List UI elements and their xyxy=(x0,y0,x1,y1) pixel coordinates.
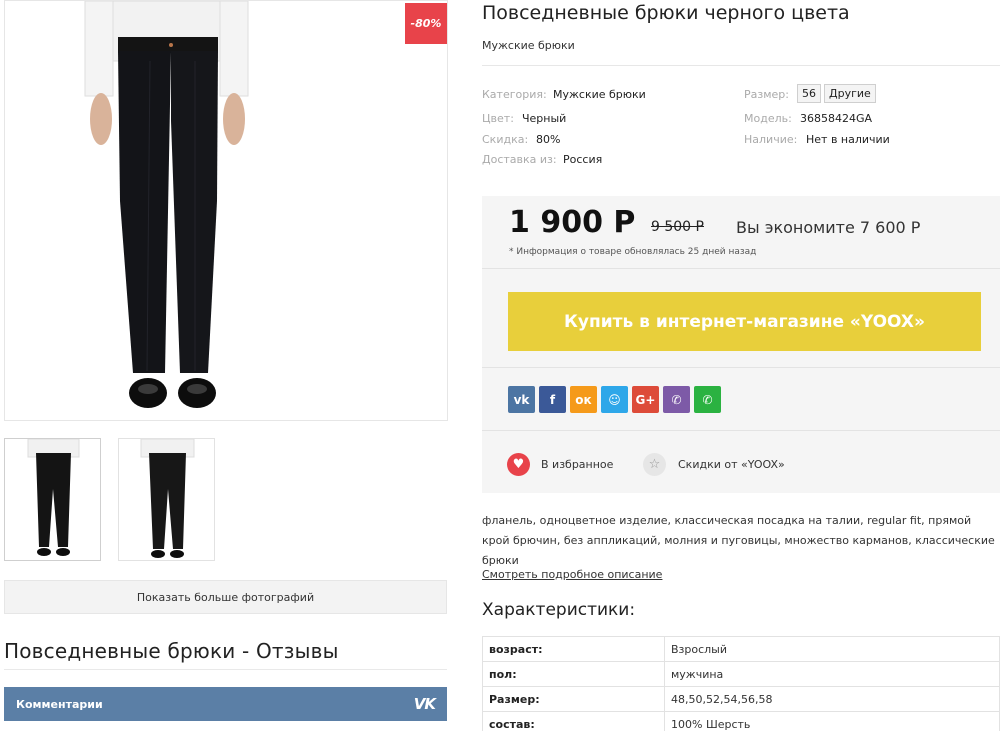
discount-value: 80% xyxy=(536,133,561,146)
table-row: пол: мужчина xyxy=(482,661,1000,687)
color-label: Цвет: xyxy=(482,112,514,125)
availability-value: Нет в наличии xyxy=(806,133,890,146)
header-divider xyxy=(482,65,1000,66)
product-category-link[interactable]: Мужские брюки xyxy=(482,39,575,52)
table-row: возраст: Взрослый xyxy=(482,636,1000,662)
char-value: Взрослый xyxy=(664,636,1000,662)
delivery-label: Доставка из: xyxy=(482,153,557,166)
char-value: 48,50,52,54,56,58 xyxy=(664,686,1000,712)
reviews-heading: Повседневные брюки - Отзывы xyxy=(4,639,339,663)
char-key: состав: xyxy=(482,711,665,731)
discount-label: Скидка: xyxy=(482,133,529,146)
trousers-back-thumb xyxy=(140,439,195,558)
size-label: Размер: xyxy=(744,88,789,101)
share-viber-button[interactable]: ✆ xyxy=(663,386,690,413)
table-row: состав: 100% Шерсть xyxy=(482,711,1000,731)
show-more-photos-button[interactable]: Показать больше фотографий xyxy=(4,580,447,614)
heart-icon[interactable]: ♥ xyxy=(507,453,530,476)
star-icon[interactable]: ☆ xyxy=(643,453,666,476)
favorite-link[interactable]: В избранное xyxy=(541,458,613,471)
char-value: 100% Шерсть xyxy=(664,711,1000,731)
thumbnail-back[interactable] xyxy=(118,438,215,561)
characteristics-heading: Характеристики: xyxy=(482,600,636,620)
model-value: 36858424GA xyxy=(800,112,873,125)
trousers-front-thumb xyxy=(27,439,80,556)
main-product-photo[interactable] xyxy=(4,0,448,421)
share-odnoklassniki-button[interactable]: ок xyxy=(570,386,597,413)
availability-label: Наличие: xyxy=(744,133,798,146)
product-description: фланель, одноцветное изделие, классическ… xyxy=(482,514,995,567)
share-googleplus-button[interactable]: G+ xyxy=(632,386,659,413)
product-title: Повседневные брюки черного цвета xyxy=(482,2,850,24)
char-value: мужчина xyxy=(664,661,1000,687)
char-key: пол: xyxy=(482,661,665,687)
update-note: * Информация о товаре обновлялась 25 дне… xyxy=(509,247,757,257)
discount-badge: -80% xyxy=(405,3,447,44)
store-discounts-link[interactable]: Скидки от «YOOX» xyxy=(678,458,785,471)
thumbnail-front[interactable] xyxy=(4,438,101,561)
vk-logo-icon: VK xyxy=(413,695,436,713)
vk-comments-header[interactable]: Комментарии VK xyxy=(4,687,447,721)
size-option[interactable]: 56 xyxy=(797,84,821,103)
color-value: Черный xyxy=(522,112,567,125)
table-row: Размер: 48,50,52,54,56,58 xyxy=(482,686,1000,712)
old-price: 9 500 Р xyxy=(651,219,704,235)
characteristics-table: возраст: Взрослый пол: мужчина Размер: 4… xyxy=(482,636,1000,731)
model-label: Модель: xyxy=(744,112,792,125)
savings-text: Вы экономите 7 600 Р xyxy=(736,218,921,237)
trousers-image xyxy=(84,1,249,408)
panel-divider xyxy=(482,430,1000,431)
panel-divider xyxy=(482,268,1000,269)
panel-divider xyxy=(482,367,1000,368)
category-value[interactable]: Мужские брюки xyxy=(553,88,646,101)
share-whatsapp-button[interactable]: ✆ xyxy=(694,386,721,413)
char-key: возраст: xyxy=(482,636,665,662)
share-facebook-button[interactable]: f xyxy=(539,386,566,413)
share-vk-button[interactable]: vk xyxy=(508,386,535,413)
size-other-button[interactable]: Другие xyxy=(824,84,876,103)
char-key: Размер: xyxy=(482,686,665,712)
vk-comments-label: Комментарии xyxy=(16,697,103,711)
reviews-divider xyxy=(4,669,447,670)
category-label: Категория: xyxy=(482,88,547,101)
share-moimir-button[interactable]: ☺ xyxy=(601,386,628,413)
current-price: 1 900 Р xyxy=(509,205,636,240)
delivery-value: Россия xyxy=(563,153,603,166)
full-description-link[interactable]: Смотреть подробное описание xyxy=(482,568,662,581)
buy-button[interactable]: Купить в интернет-магазине «YOOX» xyxy=(508,292,981,351)
